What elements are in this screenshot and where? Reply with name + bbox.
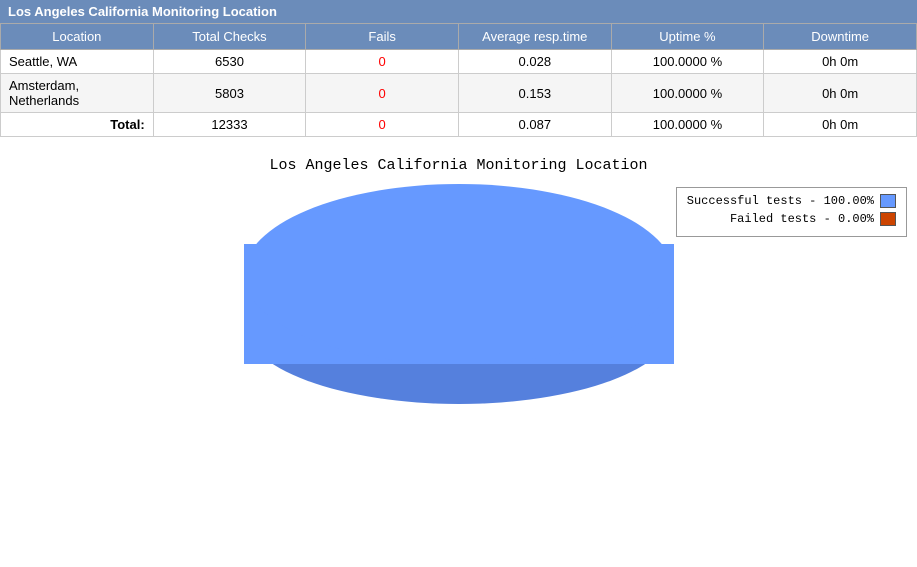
avg-resp-cell: 0.153 <box>458 74 611 113</box>
location-cell: Amsterdam, Netherlands <box>1 74 154 113</box>
downtime-cell: 0h 0m <box>764 50 917 74</box>
window-title: Los Angeles California Monitoring Locati… <box>8 4 277 19</box>
legend-successful: Successful tests - 100.00% <box>687 194 896 208</box>
chart-section: Los Angeles California Monitoring Locati… <box>0 157 917 414</box>
chart-title: Los Angeles California Monitoring Locati… <box>0 157 917 174</box>
legend-failed-label: Failed tests - 0.00% <box>730 212 874 226</box>
col-header-uptime: Uptime % <box>611 24 764 50</box>
totals-checks: 12333 <box>153 113 306 137</box>
table-row: Seattle, WA 6530 0 0.028 100.0000 % 0h 0… <box>1 50 917 74</box>
legend-successful-color-box <box>880 194 896 208</box>
col-header-downtime: Downtime <box>764 24 917 50</box>
pie-top <box>244 184 674 364</box>
legend-failed: Failed tests - 0.00% <box>687 212 896 226</box>
fails-cell: 0 <box>306 74 459 113</box>
avg-resp-cell: 0.028 <box>458 50 611 74</box>
downtime-cell: 0h 0m <box>764 74 917 113</box>
monitoring-table: Location Total Checks Fails Average resp… <box>0 23 917 137</box>
totals-avg-resp: 0.087 <box>458 113 611 137</box>
col-header-fails: Fails <box>306 24 459 50</box>
table-row: Amsterdam, Netherlands 5803 0 0.153 100.… <box>1 74 917 113</box>
uptime-cell: 100.0000 % <box>611 50 764 74</box>
fails-cell: 0 <box>306 50 459 74</box>
legend-successful-label: Successful tests - 100.00% <box>687 194 874 208</box>
col-header-avg-resp: Average resp.time <box>458 24 611 50</box>
totals-label: Total: <box>1 113 154 137</box>
col-header-location: Location <box>1 24 154 50</box>
col-header-total-checks: Total Checks <box>153 24 306 50</box>
title-bar: Los Angeles California Monitoring Locati… <box>0 0 917 23</box>
total-checks-cell: 5803 <box>153 74 306 113</box>
totals-fails: 0 <box>306 113 459 137</box>
totals-uptime: 100.0000 % <box>611 113 764 137</box>
uptime-cell: 100.0000 % <box>611 74 764 113</box>
location-cell: Seattle, WA <box>1 50 154 74</box>
legend-failed-color-box <box>880 212 896 226</box>
chart-legend: Successful tests - 100.00% Failed tests … <box>676 187 907 237</box>
totals-row: Total: 12333 0 0.087 100.0000 % 0h 0m <box>1 113 917 137</box>
totals-downtime: 0h 0m <box>764 113 917 137</box>
pie-3d-chart <box>244 184 674 414</box>
total-checks-cell: 6530 <box>153 50 306 74</box>
